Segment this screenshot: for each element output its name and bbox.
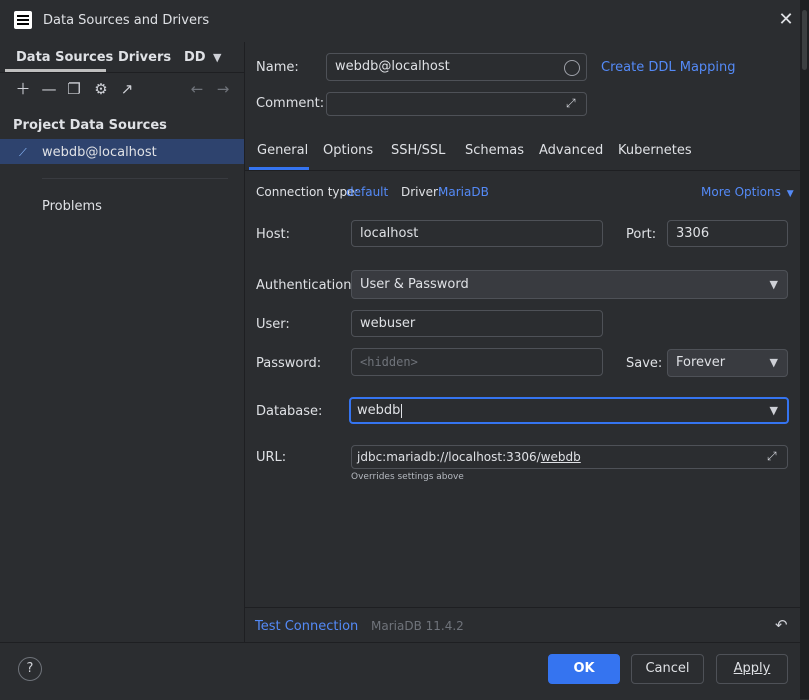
divider xyxy=(244,607,800,608)
chevron-down-icon: ▼ xyxy=(769,404,778,417)
port-label: Port: xyxy=(626,227,657,242)
user-input[interactable]: webuser xyxy=(351,310,603,337)
create-ddl-mapping-link[interactable]: Create DDL Mapping xyxy=(601,60,736,75)
database-input[interactable]: webdb ▼ xyxy=(349,397,789,424)
authentication-select[interactable]: User & Password ▼ xyxy=(351,270,788,299)
tab-kubernetes[interactable]: Kubernetes xyxy=(618,143,692,158)
save-label: Save: xyxy=(626,356,663,371)
open-external-icon[interactable]: ↗ xyxy=(118,80,136,98)
chevron-down-icon: ▼ xyxy=(769,356,778,369)
tab-ssh-ssl[interactable]: SSH/SSL xyxy=(391,143,445,158)
password-label: Password: xyxy=(256,356,322,371)
divider xyxy=(42,178,228,179)
remove-icon[interactable]: — xyxy=(40,80,58,98)
save-select[interactable]: Forever ▼ xyxy=(667,349,788,377)
ok-button[interactable]: OK xyxy=(548,654,620,684)
password-input[interactable]: <hidden> xyxy=(351,348,603,376)
driver-label: Driver: xyxy=(401,185,442,199)
tab-general[interactable]: General xyxy=(257,143,308,158)
chevron-down-icon[interactable]: ▼ xyxy=(213,51,221,64)
window-title: Data Sources and Drivers xyxy=(43,13,210,28)
tab-data-sources[interactable]: Data Sources xyxy=(16,50,113,65)
port-input[interactable]: 3306 xyxy=(667,220,788,247)
url-input[interactable]: jdbc:mariadb://localhost:3306/webdb ⤢ xyxy=(351,445,788,469)
test-connection-link[interactable]: Test Connection xyxy=(255,619,358,634)
url-label: URL: xyxy=(256,450,287,465)
cancel-button[interactable]: Cancel xyxy=(631,654,704,684)
color-circle-icon[interactable] xyxy=(564,60,580,76)
connection-type-label: Connection type: xyxy=(256,185,359,199)
problems-item[interactable]: Problems xyxy=(42,199,102,214)
app-logo-icon xyxy=(14,11,32,29)
database-label: Database: xyxy=(256,404,323,419)
revert-icon[interactable]: ↶ xyxy=(775,616,788,634)
forward-arrow-icon[interactable]: → xyxy=(214,80,232,98)
apply-button[interactable]: Apply xyxy=(716,654,788,684)
text-cursor xyxy=(401,403,403,418)
add-icon[interactable]: ＋ xyxy=(14,80,32,98)
comment-input[interactable]: ⤢ xyxy=(326,92,587,116)
copy-icon[interactable]: ❐ xyxy=(65,80,83,98)
connection-type-link[interactable]: default xyxy=(346,185,388,199)
help-icon[interactable]: ? xyxy=(18,657,42,681)
tab-schemas[interactable]: Schemas xyxy=(465,143,524,158)
name-label: Name: xyxy=(256,60,299,75)
back-arrow-icon[interactable]: ← xyxy=(188,80,206,98)
expand-icon[interactable]: ⤢ xyxy=(767,449,781,463)
url-note: Overrides settings above xyxy=(351,472,464,482)
datasource-label[interactable]: webdb@localhost xyxy=(42,145,157,160)
settings-icon[interactable]: ⚙ xyxy=(92,80,110,98)
user-label: User: xyxy=(256,317,290,332)
driver-link[interactable]: MariaDB xyxy=(438,185,489,199)
url-database-part: webdb xyxy=(540,450,581,464)
comment-label: Comment: xyxy=(256,96,325,111)
chevron-down-icon: ▼ xyxy=(769,278,778,291)
tab-drivers[interactable]: Drivers xyxy=(118,50,171,65)
expand-icon[interactable]: ⤢ xyxy=(566,96,580,110)
driver-version: MariaDB 11.4.2 xyxy=(371,619,464,633)
scrollbar-thumb[interactable] xyxy=(802,10,807,70)
host-input[interactable]: localhost xyxy=(351,220,603,247)
chevron-down-icon: ▼ xyxy=(786,189,794,199)
tab-ddl[interactable]: DD xyxy=(184,50,206,65)
background-scrollbar xyxy=(800,0,809,699)
left-panel: Data Sources Drivers DD ▼ ＋ — ❐ ⚙ ↗ ← → … xyxy=(0,42,245,642)
authentication-label: Authentication: xyxy=(256,278,356,293)
host-label: Host: xyxy=(256,227,290,242)
more-options-link[interactable]: More Options ▼ xyxy=(701,185,794,199)
divider xyxy=(0,72,244,73)
tab-advanced[interactable]: Advanced xyxy=(539,143,603,158)
tab-options[interactable]: Options xyxy=(323,143,373,158)
close-icon[interactable]: ✕ xyxy=(777,11,795,29)
datasource-icon: ⟋ xyxy=(19,146,27,159)
divider xyxy=(244,170,800,171)
section-title: Project Data Sources xyxy=(13,118,167,133)
name-input[interactable]: webdb@localhost xyxy=(326,53,587,81)
